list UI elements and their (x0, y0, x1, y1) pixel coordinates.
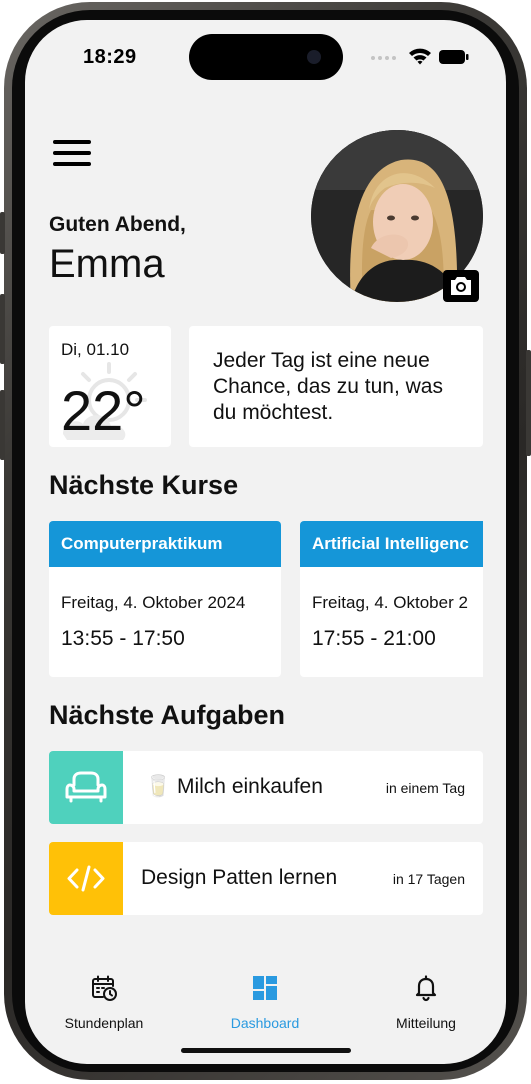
course-date: Freitag, 4. Oktober 2024 (61, 593, 246, 612)
status-time: 18:29 (83, 46, 137, 68)
quote-card: Jeder Tag ist eine neue Chance, das zu t… (189, 326, 483, 447)
bell-icon (415, 975, 437, 1002)
task-item[interactable]: 🥛 Milch einkaufen in einem Tag (49, 751, 483, 824)
wifi-icon (409, 48, 431, 65)
tab-dashboard[interactable]: Dashboard (200, 974, 330, 1031)
course-card[interactable]: Computerpraktikum Freitag, 4. Oktober 20… (49, 521, 281, 677)
quote-line: Jeder Tag ist eine neue (213, 349, 430, 372)
side-button-action (0, 212, 5, 254)
quote-line: du möchtest. (213, 401, 334, 424)
task-item[interactable]: Design Patten lernen in 17 Tagen (49, 842, 483, 915)
weather-date: Di, 01.10 (61, 340, 130, 359)
code-icon (49, 842, 123, 915)
signal-icon (371, 56, 396, 60)
weather-card: Di, 01.10 22° (49, 326, 171, 447)
tab-mitteilung[interactable]: Mitteilung (361, 974, 491, 1031)
course-date: Freitag, 4. Oktober 2 (312, 593, 468, 612)
course-time: 17:55 - 21:00 (312, 627, 436, 650)
tasks-section-title: Nächste Aufgaben (49, 700, 286, 730)
quote-text: Jeder Tag ist eine neue Chance, das zu t… (213, 348, 473, 426)
tab-label: Mitteilung (396, 1015, 456, 1031)
weather-temperature: 22° (61, 379, 146, 442)
menu-icon[interactable] (53, 138, 93, 170)
home-indicator[interactable] (181, 1048, 351, 1053)
user-name: Emma (49, 242, 165, 286)
course-time: 13:55 - 17:50 (61, 627, 185, 650)
task-due: in einem Tag (385, 780, 465, 796)
status-icons (369, 44, 469, 70)
side-button-volume-up (0, 294, 5, 364)
battery-icon (439, 50, 469, 64)
task-title: 🥛 Milch einkaufen (145, 775, 323, 798)
dashboard-grid-icon (253, 976, 277, 1000)
task-due: in 17 Tagen (392, 871, 465, 887)
tab-stundenplan[interactable]: Stundenplan (39, 974, 169, 1031)
tab-label: Stundenplan (64, 1015, 144, 1031)
quote-line: Chance, das zu tun, was (213, 375, 443, 398)
course-card[interactable]: Artificial Intelligenc Freitag, 4. Oktob… (300, 521, 506, 677)
dynamic-island (189, 34, 343, 80)
greeting-text: Guten Abend, (49, 213, 186, 236)
camera-icon[interactable] (443, 270, 479, 302)
courses-scroll-edge (483, 521, 506, 677)
screen: 18:29 Guten Abend, Emma Di, 01.10 22° Je… (25, 20, 506, 1064)
courses-section-title: Nächste Kurse (49, 470, 239, 500)
status-bar: 18:29 (25, 20, 506, 90)
course-name: Computerpraktikum (49, 521, 281, 567)
task-title: Design Patten lernen (141, 866, 338, 889)
side-button-power (526, 350, 531, 456)
calendar-clock-icon (92, 975, 117, 1001)
armchair-icon (49, 751, 123, 824)
side-button-volume-down (0, 390, 5, 460)
tab-label: Dashboard (230, 1015, 300, 1031)
course-name: Artificial Intelligenc (300, 521, 506, 567)
